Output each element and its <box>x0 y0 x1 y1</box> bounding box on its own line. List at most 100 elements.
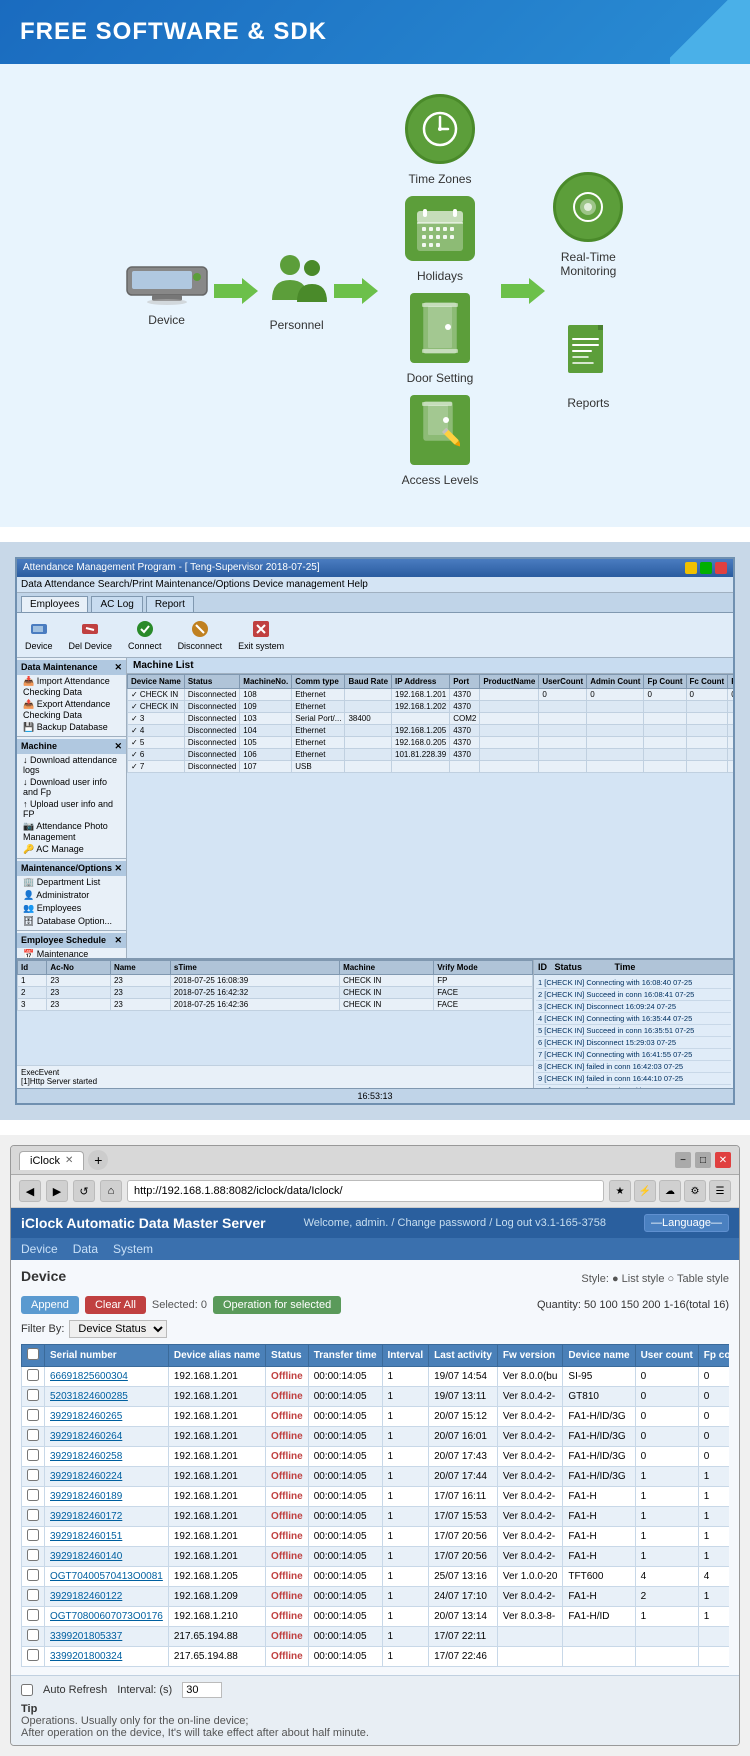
sidebar-item-db[interactable]: 🗄 Database Option... <box>17 915 126 928</box>
tab-report[interactable]: Report <box>146 596 194 612</box>
table-row[interactable]: ✓ 7 Disconnected 107 USB 3204 <box>128 761 734 773</box>
browser-close[interactable]: ✕ <box>715 1152 731 1168</box>
list-item[interactable]: 3399201805337 217.65.194.88 Offline 00:0… <box>22 1627 730 1647</box>
table-row[interactable]: 2 23 23 2018-07-25 16:42:32 CHECK IN FAC… <box>18 987 533 999</box>
browser-restore[interactable]: □ <box>695 1152 711 1168</box>
clear-all-button[interactable]: Clear All <box>85 1296 146 1314</box>
list-item[interactable]: 3929182460151 192.168.1.201 Offline 00:0… <box>22 1527 730 1547</box>
toolbar-del-device[interactable]: Del Device <box>65 617 117 653</box>
list-item[interactable]: 3929182460189 192.168.1.201 Offline 00:0… <box>22 1487 730 1507</box>
th-fp[interactable]: Fp count <box>698 1345 729 1367</box>
table-row[interactable]: ✓ 3 Disconnected 103 Serial Port/... 384… <box>128 713 734 725</box>
sidebar-item-download-user[interactable]: ↓ Download user info and Fp <box>17 776 126 798</box>
th-interval[interactable]: Interval <box>382 1345 429 1367</box>
table-row[interactable]: ✓ 5 Disconnected 105 Ethernet 192.168.0.… <box>128 737 734 749</box>
table-row[interactable]: ✓ 6 Disconnected 106 Ethernet 101.81.228… <box>128 749 734 761</box>
new-tab-button[interactable]: + <box>88 1150 108 1170</box>
sidebar-item-admin[interactable]: 👤 Administrator <box>17 889 126 902</box>
sidebar-item-import[interactable]: 📥 Import Attendance Checking Data <box>17 675 126 698</box>
operation-button[interactable]: Operation for selected <box>213 1296 341 1314</box>
list-item[interactable]: 3929182460224 192.168.1.201 Offline 00:0… <box>22 1467 730 1487</box>
toolbar-device[interactable]: Device <box>21 617 57 653</box>
tab-aclog[interactable]: AC Log <box>91 596 142 612</box>
table-row[interactable]: 1 23 23 2018-07-25 16:08:39 CHECK IN FP <box>18 975 533 987</box>
th-last[interactable]: Last activity <box>429 1345 498 1367</box>
device-label: Device <box>148 313 185 327</box>
close-btn[interactable] <box>715 562 727 574</box>
append-button[interactable]: Append <box>21 1296 79 1314</box>
sidebar-item-ac[interactable]: 🔑 AC Manage <box>17 843 126 856</box>
sidebar-item-export[interactable]: 📤 Export Attendance Checking Data <box>17 698 126 721</box>
list-item[interactable]: OGT70400570413O0081 192.168.1.205 Offlin… <box>22 1567 730 1587</box>
sidebar-item-download-logs[interactable]: ↓ Download attendance logs <box>17 754 126 776</box>
list-item[interactable]: 3399201800324 217.65.194.88 Offline 00:0… <box>22 1647 730 1667</box>
door-setting-icon <box>410 293 470 363</box>
menu-icon[interactable]: ☰ <box>709 1180 731 1202</box>
toolbar-exit[interactable]: Exit system <box>234 617 288 653</box>
sidebar-item-dept[interactable]: 🏢 Department List <box>17 876 126 889</box>
sidebar-item-emp[interactable]: 👥 Employees <box>17 902 126 915</box>
table-row[interactable]: ✓ CHECK IN Disconnected 109 Ethernet 192… <box>128 701 734 713</box>
browser-tab-iclock[interactable]: iClock ✕ <box>19 1151 84 1170</box>
sidebar-item-backup[interactable]: 💾 Backup Database <box>17 721 126 734</box>
iclock-language[interactable]: —Language— <box>644 1214 729 1232</box>
table-row[interactable]: ✓ CHECK IN Disconnected 108 Ethernet 192… <box>128 689 734 701</box>
th-fw[interactable]: Fw version <box>497 1345 562 1367</box>
home-button[interactable]: ⌂ <box>100 1180 122 1202</box>
list-item[interactable]: 3929182460264 192.168.1.201 Offline 00:0… <box>22 1427 730 1447</box>
th-status[interactable]: Status <box>266 1345 309 1367</box>
minimize-btn[interactable] <box>685 562 697 574</box>
tab-employees[interactable]: Employees <box>21 596 88 612</box>
interval-input[interactable] <box>182 1682 222 1698</box>
style-selector[interactable]: Style: ● List style ○ Table style <box>581 1273 729 1285</box>
star-icon[interactable]: ★ <box>609 1180 631 1202</box>
maximize-btn[interactable] <box>700 562 712 574</box>
list-item[interactable]: OGT70800607073O0176 192.168.1.210 Offlin… <box>22 1607 730 1627</box>
list-item[interactable]: 3929182460122 192.168.1.209 Offline 00:0… <box>22 1587 730 1607</box>
sidebar-item-photo[interactable]: 📷 Attendance Photo Management <box>17 820 126 843</box>
refresh-button[interactable]: ↺ <box>73 1180 95 1202</box>
list-item[interactable]: 3929182460140 192.168.1.201 Offline 00:0… <box>22 1547 730 1567</box>
th-device[interactable]: Device name <box>563 1345 635 1367</box>
forward-button[interactable]: ▶ <box>46 1180 68 1202</box>
td-admin: 0 <box>587 689 644 701</box>
list-item[interactable]: 3929182460172 192.168.1.201 Offline 00:0… <box>22 1507 730 1527</box>
sidebar-item-upload-user[interactable]: ↑ Upload user info and FP <box>17 798 126 820</box>
list-item[interactable]: 3929182460258 192.168.1.201 Offline 00:0… <box>22 1447 730 1467</box>
menu-data[interactable]: Data <box>73 1242 98 1256</box>
select-all-checkbox[interactable] <box>27 1348 39 1360</box>
tab-close-icon[interactable]: ✕ <box>65 1155 73 1166</box>
toolbar-connect[interactable]: Connect <box>124 617 166 653</box>
th-id: Id <box>18 961 47 975</box>
sidebar-header-data[interactable]: Data Maintenance✕ <box>17 660 126 675</box>
sidebar-header-schedule[interactable]: Employee Schedule✕ <box>17 933 126 948</box>
th-transfer[interactable]: Transfer time <box>308 1345 382 1367</box>
url-bar[interactable] <box>127 1180 604 1202</box>
bolt-icon[interactable]: ⚡ <box>634 1180 656 1202</box>
td-product <box>480 689 539 701</box>
toolbar-disconnect[interactable]: Disconnect <box>174 617 227 653</box>
cloud-icon[interactable]: ☁ <box>659 1180 681 1202</box>
th-users[interactable]: User count <box>635 1345 698 1367</box>
filter-select[interactable]: Device Status <box>69 1320 167 1338</box>
th-alias[interactable]: Device alias name <box>168 1345 265 1367</box>
table-row[interactable]: 3 23 23 2018-07-25 16:42:36 CHECK IN FAC… <box>18 999 533 1011</box>
sidebar-header-maintenance[interactable]: Maintenance/Options✕ <box>17 861 126 876</box>
list-item[interactable]: 52031824600285 192.168.1.201 Offline 00:… <box>22 1387 730 1407</box>
back-button[interactable]: ◀ <box>19 1180 41 1202</box>
browser-minimize[interactable]: − <box>675 1152 691 1168</box>
table-row[interactable]: ✓ 4 Disconnected 104 Ethernet 192.168.1.… <box>128 725 734 737</box>
tip-label: Tip <box>21 1703 37 1715</box>
sidebar-item-timetable[interactable]: 📅 Maintenance Timetables <box>17 948 126 958</box>
th-serial[interactable]: Serial number <box>45 1345 169 1367</box>
selected-count: Selected: 0 <box>152 1299 207 1311</box>
auto-refresh-checkbox[interactable] <box>21 1684 33 1696</box>
iclock-toolbar: Append Clear All Selected: 0 Operation f… <box>21 1296 729 1314</box>
list-item[interactable]: 3929182460265 192.168.1.201 Offline 00:0… <box>22 1407 730 1427</box>
settings-icon[interactable]: ⚙ <box>684 1180 706 1202</box>
menu-system[interactable]: System <box>113 1242 153 1256</box>
th-machine: Machine <box>340 961 434 975</box>
list-item[interactable]: 66691825600304 192.168.1.201 Offline 00:… <box>22 1367 730 1387</box>
sidebar-header-machine[interactable]: Machine✕ <box>17 739 126 754</box>
menu-device[interactable]: Device <box>21 1242 58 1256</box>
